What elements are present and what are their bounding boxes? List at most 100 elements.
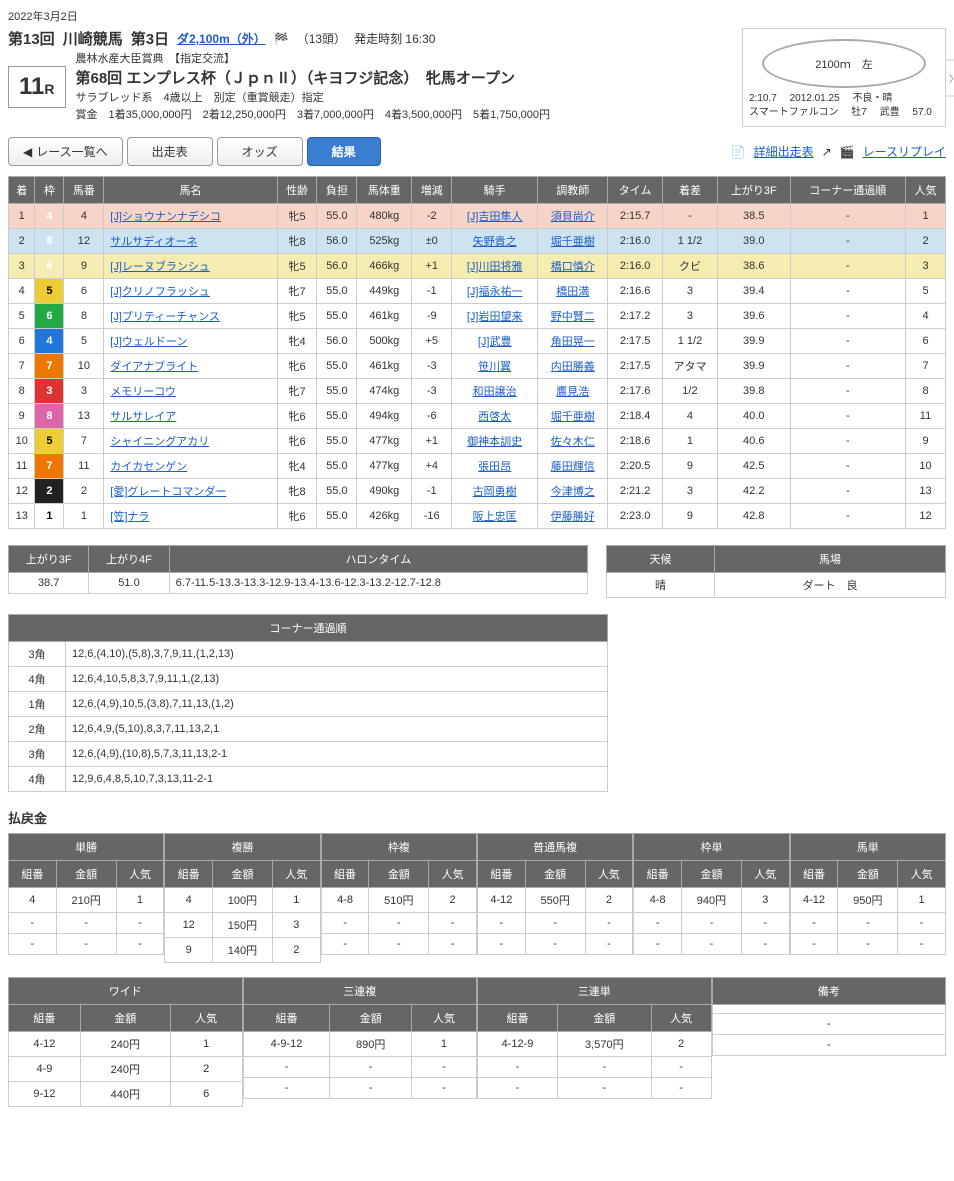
pay-amt: - [682, 913, 742, 934]
h-pop: 人気 [429, 861, 477, 888]
trainer-link[interactable]: 伊藤勝好 [551, 511, 595, 523]
jockey-link[interactable]: 古岡勇樹 [473, 486, 517, 498]
horse-link[interactable]: [J]レーヌブランシュ [110, 261, 210, 273]
h-kumi: 組番 [165, 861, 213, 888]
cell: -1 [412, 479, 452, 504]
jockey-link[interactable]: 西啓太 [478, 411, 511, 423]
cell: 490kg [357, 479, 412, 504]
horse-link[interactable]: [J]ショウナンナデシコ [110, 211, 221, 223]
corner-label: 3角 [9, 742, 66, 767]
trainer-link[interactable]: 藤田輝信 [551, 461, 595, 473]
jockey-link[interactable]: 笹川翼 [478, 361, 511, 373]
cell: - [790, 379, 905, 404]
horse-link[interactable]: [J]ウェルドーン [110, 336, 187, 348]
replay-link[interactable]: レースリプレイ [863, 143, 946, 160]
horse-link[interactable]: [J]プリティーチャンス [110, 311, 220, 323]
horse-link[interactable]: サルサディオーネ [110, 236, 197, 248]
pay-kumi: - [477, 913, 525, 934]
pay-pop: - [898, 913, 946, 934]
cell: 7 [35, 354, 64, 379]
h-kumi: 組番 [634, 861, 682, 888]
chevron-right-icon[interactable]: 〉 [945, 59, 954, 96]
jockey-link[interactable]: [J]岩田望来 [467, 311, 523, 323]
tab-odds[interactable]: オッズ [217, 137, 303, 166]
tab-entry[interactable]: 出走表 [127, 137, 213, 166]
trainer-link[interactable]: 佐々木仁 [551, 436, 595, 448]
pay-kumi: - [321, 934, 369, 955]
tab-result[interactable]: 結果 [307, 137, 381, 166]
trainer-link[interactable]: 堀千亜樹 [551, 236, 595, 248]
h-kumi: 組番 [478, 1005, 558, 1032]
h-weather: 天候 [607, 546, 715, 573]
pay-pop: 2 [585, 888, 633, 913]
cell: 4 [662, 404, 717, 429]
cell: 4 [64, 204, 104, 229]
cell: 9 [662, 504, 717, 529]
table-row: 645[J]ウェルドーン牝456.0500kg+5[J]武豊角田晃一2:17.5… [9, 329, 946, 354]
trainer-link[interactable]: 内田勝義 [551, 361, 595, 373]
cell: 55.0 [317, 504, 357, 529]
pay-type: 枠単 [634, 834, 789, 861]
h-amt: 金額 [557, 1005, 651, 1032]
horse-link[interactable]: [J]クリノフラッシュ [110, 286, 210, 298]
pay-pop: - [411, 1078, 476, 1099]
cell: 牝5 [277, 304, 317, 329]
rec-weight: 57.0 [912, 107, 931, 118]
jockey-link[interactable]: 御神本訓史 [467, 436, 522, 448]
horse-link[interactable]: [笠]ナラ [110, 511, 149, 523]
jockey-link[interactable]: [J]吉田隼人 [467, 211, 523, 223]
jockey-link[interactable]: [J]福永祐一 [467, 286, 523, 298]
cell: 笹川翼 [452, 354, 538, 379]
cell: 8 [35, 229, 64, 254]
horse-link[interactable]: [愛]グレートコマンダー [110, 486, 226, 498]
horse-link[interactable]: カイカセンゲン [110, 461, 187, 473]
cell: 525kg [357, 229, 412, 254]
cell: 2:17.5 [608, 354, 663, 379]
horse-link[interactable]: シャイニングアカリ [110, 436, 209, 448]
col-header: タイム [608, 177, 663, 204]
trainer-link[interactable]: 角田晃一 [551, 336, 595, 348]
rec-cond: 不良・晴 [852, 93, 892, 104]
table-row: 369[J]レーヌブランシュ牝556.0466kg+1[J]川田将雅橋口慎介2:… [9, 254, 946, 279]
h-pop: 人気 [741, 861, 789, 888]
jockey-link[interactable]: [J]川田将雅 [467, 261, 523, 273]
jockey-link[interactable]: 張田昂 [478, 461, 511, 473]
cell: 7 [906, 354, 946, 379]
jockey-link[interactable]: 和田譲治 [473, 386, 517, 398]
trainer-link[interactable]: 堀千亜樹 [551, 411, 595, 423]
jockey-link[interactable]: 阪上忠匡 [473, 511, 517, 523]
jockey-link[interactable]: 矢野貴之 [473, 236, 517, 248]
back-button[interactable]: ◀レース一覧へ [8, 137, 123, 166]
cell: 佐々木仁 [538, 429, 608, 454]
trainer-link[interactable]: 野中賢二 [551, 311, 595, 323]
cell: [J]福永祐一 [452, 279, 538, 304]
horse-link[interactable]: ダイアナブライト [110, 361, 198, 373]
jockey-link[interactable]: [J]武豊 [478, 336, 512, 348]
trainer-link[interactable]: 橋口慎介 [551, 261, 595, 273]
cell: [J]岩田望来 [452, 304, 538, 329]
cell: 2:20.5 [608, 454, 663, 479]
trainer-link[interactable]: 須貝尚介 [551, 211, 595, 223]
cell: 477kg [357, 454, 412, 479]
course-link[interactable]: ダ2,100m（外） [177, 30, 266, 47]
result-table: 着枠馬番馬名性齢負担馬体重増減騎手調教師タイム着差上がり3Fコーナー通過順人気 … [8, 176, 946, 529]
horse-link[interactable]: メモリーコウ [110, 386, 176, 398]
pay-note: - [712, 1014, 946, 1035]
col-header: 性齢 [277, 177, 317, 204]
trainer-link[interactable]: 橋田満 [556, 286, 589, 298]
detail-link[interactable]: 詳細出走表 [754, 143, 814, 160]
cell: 8 [9, 379, 35, 404]
pay-amt: 210円 [56, 888, 116, 913]
cell: 2:17.6 [608, 379, 663, 404]
horse-link[interactable]: サルサレイア [110, 411, 176, 423]
trainer-link[interactable]: 鷹見浩 [556, 386, 589, 398]
cell: 5 [35, 279, 64, 304]
cell: 3 [64, 379, 104, 404]
table-row: 456[J]クリノフラッシュ牝755.0449kg-1[J]福永祐一橋田満2:1… [9, 279, 946, 304]
table-row: 833メモリーコウ牝755.0474kg-3和田譲治鷹見浩2:17.61/239… [9, 379, 946, 404]
corner-value: 12,9,6,4,8,5,10,7,3,13,11-2-1 [66, 767, 608, 792]
cell: 野中賢二 [538, 304, 608, 329]
pay-type: 備考 [712, 978, 946, 1005]
trainer-link[interactable]: 今津博之 [551, 486, 595, 498]
race-name: 第68回 エンプレス杯（ＪｐｎⅡ）（キヨフジ記念） 牝馬オープン [76, 68, 551, 91]
